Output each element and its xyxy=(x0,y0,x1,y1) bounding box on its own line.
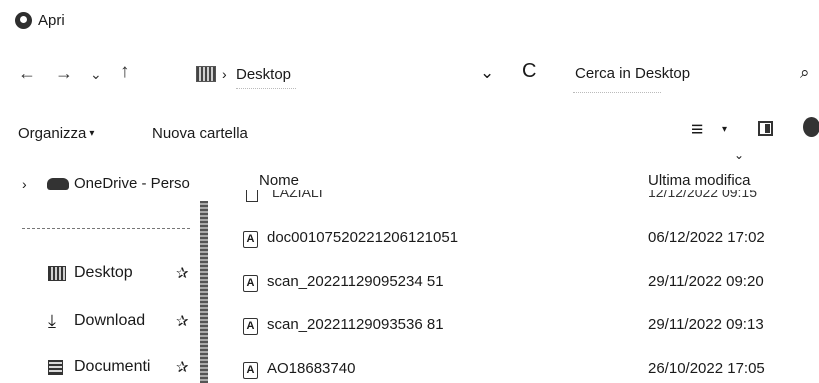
file-row[interactable]: A scan_20221129093536 81 29/11/2022 09:1… xyxy=(243,316,803,342)
forward-button[interactable]: → xyxy=(55,63,73,84)
file-date: 29/11/2022 09:20 xyxy=(648,273,764,290)
file-date: 12/12/2022 09:15 xyxy=(648,190,757,200)
pin-icon: ✰ xyxy=(176,359,189,376)
pin-icon: ✰ xyxy=(176,265,189,282)
sidebar-item-label: Download xyxy=(74,312,146,329)
column-header-date[interactable]: Ultima modifica xyxy=(648,172,751,189)
sidebar-item-label: Desktop xyxy=(74,264,133,281)
breadcrumb-underline xyxy=(236,88,296,89)
breadcrumb-desktop[interactable]: Desktop xyxy=(236,66,291,83)
cloud-icon xyxy=(47,178,69,190)
file-row[interactable]: A doc00107520221206121051 06/12/2022 17:… xyxy=(243,229,803,255)
search-input[interactable] xyxy=(575,60,775,86)
organize-button[interactable]: Organizza ▾ xyxy=(18,125,94,142)
title-bar: Apri xyxy=(0,0,819,44)
new-folder-button[interactable]: Nuova cartella xyxy=(152,125,248,142)
pdf-icon: A xyxy=(243,275,258,292)
file-row-partial[interactable]: LAZIALI 12/12/2022 09:15 xyxy=(244,190,784,202)
up-button[interactable]: ↑ xyxy=(120,61,130,83)
organize-caret-icon: ▾ xyxy=(89,128,95,139)
sidebar-separator xyxy=(22,228,190,229)
column-header-name[interactable]: Nome xyxy=(259,172,299,189)
sidebar-scrollbar[interactable] xyxy=(200,201,208,383)
folder-icon xyxy=(246,190,258,202)
sidebar-item-onedrive[interactable]: OneDrive - Perso xyxy=(74,175,192,192)
documents-icon xyxy=(48,360,63,375)
pdf-icon: A xyxy=(243,318,258,335)
breadcrumb-chevron-icon[interactable]: › xyxy=(222,66,227,82)
desktop-folder-icon xyxy=(196,66,216,82)
search-underline xyxy=(573,92,661,93)
desktop-icon xyxy=(48,266,66,281)
file-date: 26/10/2022 17:05 xyxy=(648,360,765,377)
pdf-icon: A xyxy=(243,362,258,379)
address-dropdown-button[interactable]: ⌄ xyxy=(480,63,494,83)
file-name: scan_20221129095234 51 xyxy=(267,273,444,290)
recent-locations-button[interactable]: ⌄ xyxy=(90,66,102,83)
view-options-icon[interactable]: ≡ xyxy=(691,118,703,142)
file-name: AO18683740 xyxy=(267,360,356,377)
help-icon[interactable] xyxy=(803,117,819,137)
file-name: scan_20221129093536 81 xyxy=(267,316,444,333)
sidebar-item-label: Documenti xyxy=(74,358,151,375)
file-date: 06/12/2022 17:02 xyxy=(648,229,765,246)
pin-icon: ✰ xyxy=(176,313,189,330)
file-name: LAZIALI xyxy=(272,190,323,200)
onedrive-expand-chevron-icon[interactable]: › xyxy=(22,176,27,192)
organize-label: Organizza xyxy=(18,125,87,142)
file-name: doc00107520221206121051 xyxy=(267,229,459,246)
download-icon: ⤓ xyxy=(48,311,56,331)
view-options-caret-icon[interactable]: ▾ xyxy=(722,124,727,135)
back-button[interactable]: ← xyxy=(18,63,36,84)
file-row[interactable]: A scan_20221129095234 51 29/11/2022 09:2… xyxy=(243,273,803,299)
file-row[interactable]: A AO18683740 26/10/2022 17:05 xyxy=(243,360,803,382)
sidebar-item-documenti[interactable]: Documenti ✰ xyxy=(48,358,198,378)
refresh-button[interactable]: C xyxy=(522,60,536,83)
preview-pane-icon[interactable] xyxy=(758,121,773,136)
sidebar-item-desktop[interactable]: Desktop ✰ xyxy=(48,264,198,284)
window-title: Apri xyxy=(38,12,65,29)
search-icon[interactable]: ⌕ xyxy=(800,63,810,83)
file-date: 29/11/2022 09:13 xyxy=(648,316,764,333)
sort-indicator-icon: ⌄ xyxy=(734,148,745,162)
pdf-icon: A xyxy=(243,231,258,248)
sidebar-item-download[interactable]: ⤓ Download ✰ xyxy=(48,312,198,332)
app-icon xyxy=(15,12,32,29)
